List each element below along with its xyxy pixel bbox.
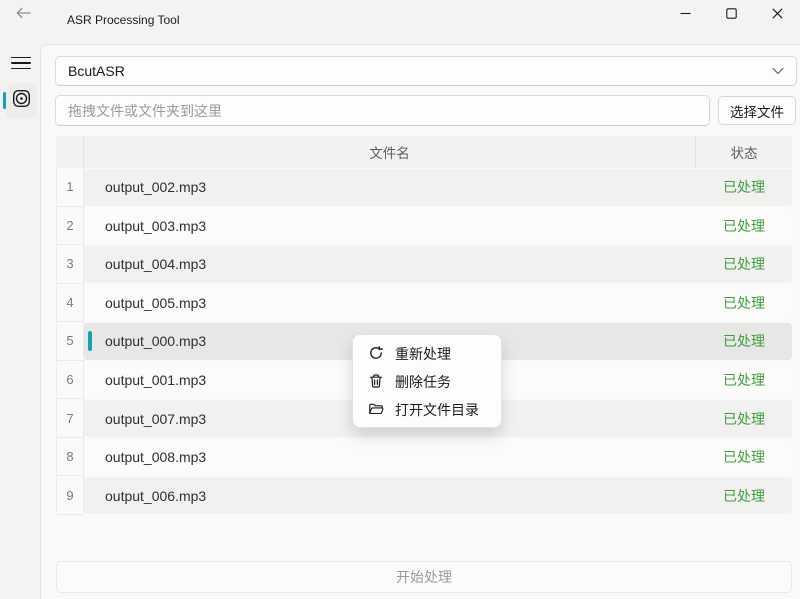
filename-cell: output_002.mp3 (84, 179, 696, 195)
row-index: 9 (56, 476, 84, 515)
menu-item-reprocess[interactable]: 重新处理 (353, 340, 501, 368)
hamburger-icon (11, 57, 31, 59)
maximize-icon (726, 6, 737, 24)
status-cell: 已处理 (696, 216, 792, 236)
table-row[interactable]: 3 output_004.mp3 已处理 (56, 245, 792, 284)
engine-select-value: BcutASR (68, 63, 125, 79)
row-index: 5 (56, 322, 84, 361)
status-cell: 已处理 (696, 370, 792, 390)
maximize-button[interactable] (708, 0, 754, 30)
content-panel: BcutASR 选择文件 文件名 状态 1 output_002.mp3 已处理… (40, 44, 800, 599)
selected-row-indicator (88, 331, 92, 351)
close-button[interactable] (754, 0, 800, 30)
filename-cell: output_005.mp3 (84, 295, 696, 311)
filename-cell: output_003.mp3 (84, 218, 696, 234)
status-cell: 已处理 (696, 331, 792, 351)
refresh-icon (368, 345, 384, 364)
filename-cell: output_008.mp3 (84, 449, 696, 465)
sidebar (0, 44, 40, 599)
row-index: 3 (56, 245, 84, 284)
table-row[interactable]: 9 output_006.mp3 已处理 (56, 476, 792, 515)
menu-item-open-folder[interactable]: 打开文件目录 (353, 396, 501, 424)
header-index (56, 136, 84, 168)
row-index: 8 (56, 438, 84, 477)
row-index: 2 (56, 207, 84, 246)
row-index: 6 (56, 361, 84, 400)
row-index: 1 (56, 168, 84, 207)
header-filename: 文件名 (84, 136, 696, 168)
table-header: 文件名 状态 (56, 136, 792, 168)
table-row[interactable]: 2 output_003.mp3 已处理 (56, 207, 792, 246)
context-menu: 重新处理 删除任务 打开文件目录 (352, 334, 502, 428)
table-row[interactable]: 4 output_005.mp3 已处理 (56, 284, 792, 323)
status-cell: 已处理 (696, 447, 792, 467)
table-row[interactable]: 1 output_002.mp3 已处理 (56, 168, 792, 207)
table-row[interactable]: 8 output_008.mp3 已处理 (56, 438, 792, 477)
status-cell: 已处理 (696, 254, 792, 274)
status-cell: 已处理 (696, 409, 792, 429)
file-drop-input[interactable] (55, 95, 710, 126)
window-title: ASR Processing Tool (67, 13, 180, 27)
engine-select[interactable]: BcutASR (55, 56, 797, 86)
back-button[interactable] (10, 2, 36, 28)
chevron-down-icon (772, 67, 784, 75)
nav-menu-button[interactable] (8, 50, 34, 76)
minimize-icon (680, 6, 691, 24)
row-index: 4 (56, 284, 84, 323)
status-cell: 已处理 (696, 486, 792, 506)
filename-cell: output_004.mp3 (84, 256, 696, 272)
start-processing-button[interactable]: 开始处理 (56, 561, 792, 593)
status-cell: 已处理 (696, 177, 792, 197)
sidebar-item-asr[interactable] (6, 83, 37, 118)
header-status: 状态 (696, 136, 792, 168)
menu-item-delete[interactable]: 删除任务 (353, 368, 501, 396)
close-icon (772, 6, 783, 24)
row-index: 7 (56, 399, 84, 438)
status-cell: 已处理 (696, 293, 792, 313)
choose-file-button[interactable]: 选择文件 (718, 96, 796, 125)
disc-icon (12, 89, 31, 113)
titlebar: ASR Processing Tool (0, 0, 800, 44)
open-folder-icon (368, 401, 384, 420)
file-table: 文件名 状态 1 output_002.mp3 已处理 2 output_003… (56, 136, 792, 515)
trash-icon (368, 373, 384, 392)
minimize-button[interactable] (662, 0, 708, 30)
back-arrow-icon (16, 6, 31, 24)
filename-cell: output_006.mp3 (84, 488, 696, 504)
